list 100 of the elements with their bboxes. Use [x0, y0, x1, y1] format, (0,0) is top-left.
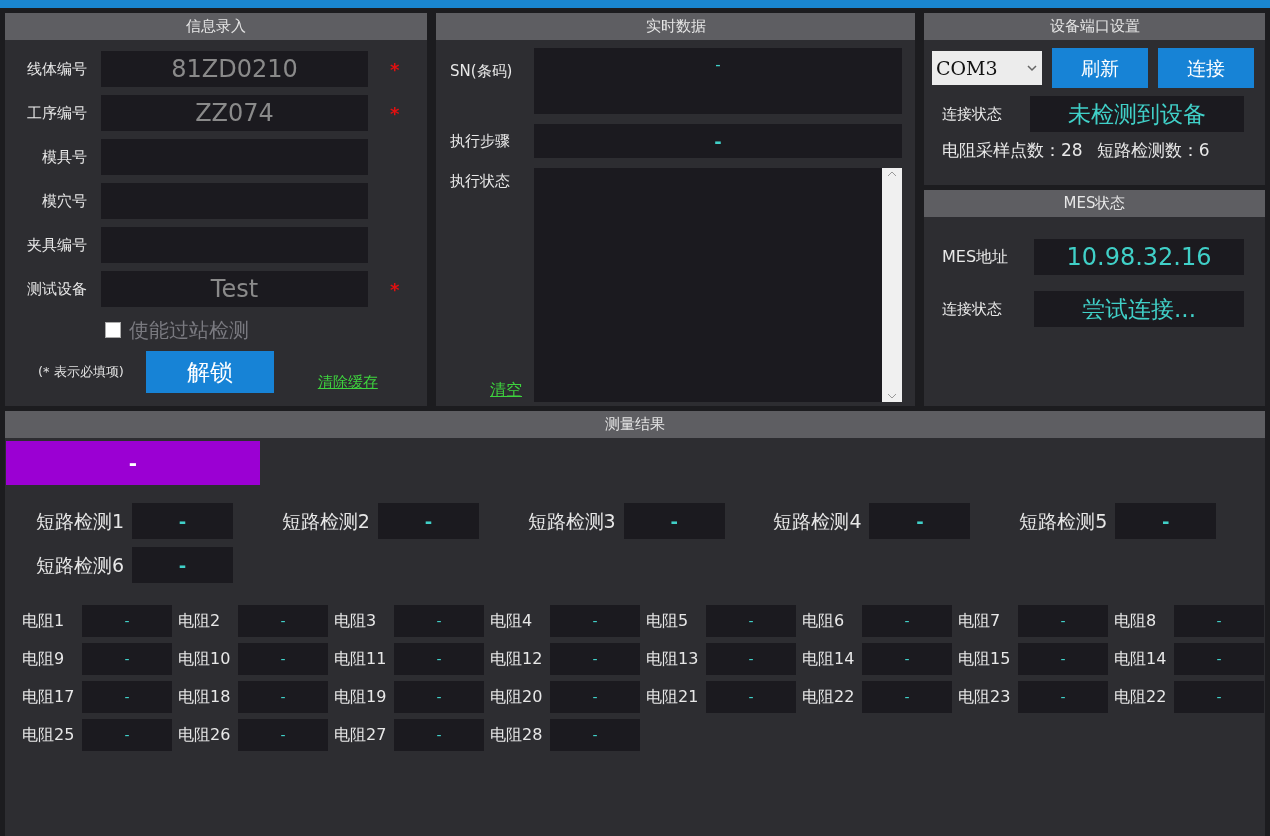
resistance-label: 电阻4 — [490, 610, 534, 632]
clear-cache-link[interactable]: 清除缓存 — [317, 370, 378, 393]
input-field[interactable]: Test — [101, 271, 368, 307]
resistance-value: - — [238, 605, 328, 637]
field-label: 模穴号 — [42, 190, 87, 212]
required-mark: * — [390, 277, 400, 302]
resistance-value: - — [82, 605, 172, 637]
resistance-value: - — [706, 643, 796, 675]
resistance-value: - — [394, 681, 484, 713]
step-field[interactable]: - — [534, 124, 902, 158]
resistance-label: 电阻22 — [802, 686, 856, 708]
resistance-value: - — [238, 681, 328, 713]
checkbox-label: 使能过站检测 — [129, 317, 249, 344]
resistance-label: 电阻20 — [490, 686, 544, 708]
field-label: 工序编号 — [27, 102, 87, 124]
resistance-value: - — [82, 719, 172, 751]
short-test-value: - — [132, 547, 234, 583]
chevron-down-icon — [1026, 64, 1038, 72]
required-mark: * — [390, 101, 400, 126]
resistance-label: 电阻23 — [958, 686, 1012, 708]
resistance-value: - — [1018, 643, 1108, 675]
status-log[interactable] — [534, 168, 902, 402]
input-field[interactable]: ZZ074 — [101, 95, 368, 131]
scroll-up-icon[interactable] — [887, 170, 897, 178]
resistance-value: - — [82, 681, 172, 713]
resistance-value: - — [394, 643, 484, 675]
sn-label: SN(条码) — [449, 61, 514, 82]
step-label: 执行步骤 — [449, 130, 511, 152]
short-test-value: - — [1115, 503, 1217, 539]
clear-link[interactable]: 清空 — [490, 378, 522, 402]
short-test-label: 短路检测4 — [773, 508, 862, 534]
resistance-value: - — [550, 681, 640, 713]
resistance-value: - — [862, 681, 952, 713]
port-value: COM3 — [936, 55, 998, 81]
resistance-label: 电阻1 — [22, 610, 66, 632]
short-test-value: - — [623, 503, 725, 539]
port-dropdown[interactable]: COM3 — [932, 51, 1042, 85]
resistance-label: 电阻13 — [646, 648, 700, 670]
short-test-value: - — [132, 503, 234, 539]
resistance-value: - — [1018, 681, 1108, 713]
short-test-label: 短路检测6 — [36, 552, 125, 578]
port-button[interactable]: 刷新 — [1052, 48, 1148, 88]
short-count-text: 短路检测数：6 — [1096, 139, 1210, 162]
short-test-label: 短路检测1 — [36, 508, 125, 534]
resistance-value: - — [550, 605, 640, 637]
resistance-label: 电阻7 — [958, 610, 1002, 632]
panel-header: 设备端口设置 — [924, 13, 1265, 40]
scroll-down-icon[interactable] — [887, 392, 897, 400]
sn-field[interactable]: - — [534, 48, 902, 114]
resistance-value: - — [862, 643, 952, 675]
mes-address-field[interactable]: 10.98.32.16 — [1034, 239, 1244, 275]
resistance-value: - — [550, 719, 640, 751]
resistance-value: - — [82, 643, 172, 675]
resistance-value: - — [394, 719, 484, 751]
resistance-value: - — [706, 681, 796, 713]
short-test-label: 短路检测3 — [527, 508, 616, 534]
resistance-value: - — [706, 605, 796, 637]
overall-result: - — [6, 441, 260, 485]
scrollbar[interactable] — [882, 168, 902, 402]
resistance-label: 电阻22 — [1114, 686, 1168, 708]
required-mark: * — [390, 57, 400, 82]
field-label: 测试设备 — [27, 278, 87, 300]
short-test-label: 短路检测2 — [281, 508, 370, 534]
input-field[interactable]: 81ZD0210 — [101, 51, 368, 87]
panel-header: 信息录入 — [5, 13, 427, 40]
panel-header: MES状态 — [924, 190, 1265, 217]
resistance-value: - — [1018, 605, 1108, 637]
connection-status-field: 未检测到设备 — [1030, 96, 1244, 132]
resistance-label: 电阻26 — [178, 724, 232, 746]
resistance-value: - — [394, 605, 484, 637]
resistance-label: 电阻17 — [22, 686, 76, 708]
field-label: 模具号 — [42, 146, 87, 168]
panel-header: 实时数据 — [436, 13, 915, 40]
resistance-value: - — [238, 643, 328, 675]
resistance-value: - — [550, 643, 640, 675]
status-label: 执行状态 — [450, 171, 511, 192]
resistance-value: - — [1174, 605, 1264, 637]
resistance-label: 电阻14 — [1114, 648, 1168, 670]
short-test-value: - — [869, 503, 971, 539]
resistance-label: 电阻9 — [22, 648, 66, 670]
resistance-label: 电阻21 — [646, 686, 700, 708]
sample-count-text: 电阻采样点数：28 — [942, 139, 1083, 162]
short-test-value: - — [377, 503, 479, 539]
unlock-button[interactable]: 解锁 — [145, 351, 274, 393]
resistance-label: 电阻11 — [334, 648, 388, 670]
resistance-label: 电阻12 — [490, 648, 544, 670]
resistance-label: 电阻28 — [490, 724, 544, 746]
resistance-label: 电阻10 — [178, 648, 232, 670]
mes-status-label: 连接状态 — [942, 298, 1003, 320]
resistance-label: 电阻14 — [802, 648, 856, 670]
mes-status-field: 尝试连接... — [1034, 291, 1244, 327]
resistance-value: - — [862, 605, 952, 637]
resistance-label: 电阻18 — [178, 686, 232, 708]
resistance-label: 电阻19 — [334, 686, 388, 708]
resistance-value: - — [238, 719, 328, 751]
mes-address-label: MES地址 — [942, 246, 1010, 268]
resistance-label: 电阻27 — [334, 724, 388, 746]
port-button[interactable]: 连接 — [1158, 48, 1254, 88]
short-test-label: 短路检测5 — [1019, 508, 1108, 534]
resistance-label: 电阻3 — [334, 610, 378, 632]
